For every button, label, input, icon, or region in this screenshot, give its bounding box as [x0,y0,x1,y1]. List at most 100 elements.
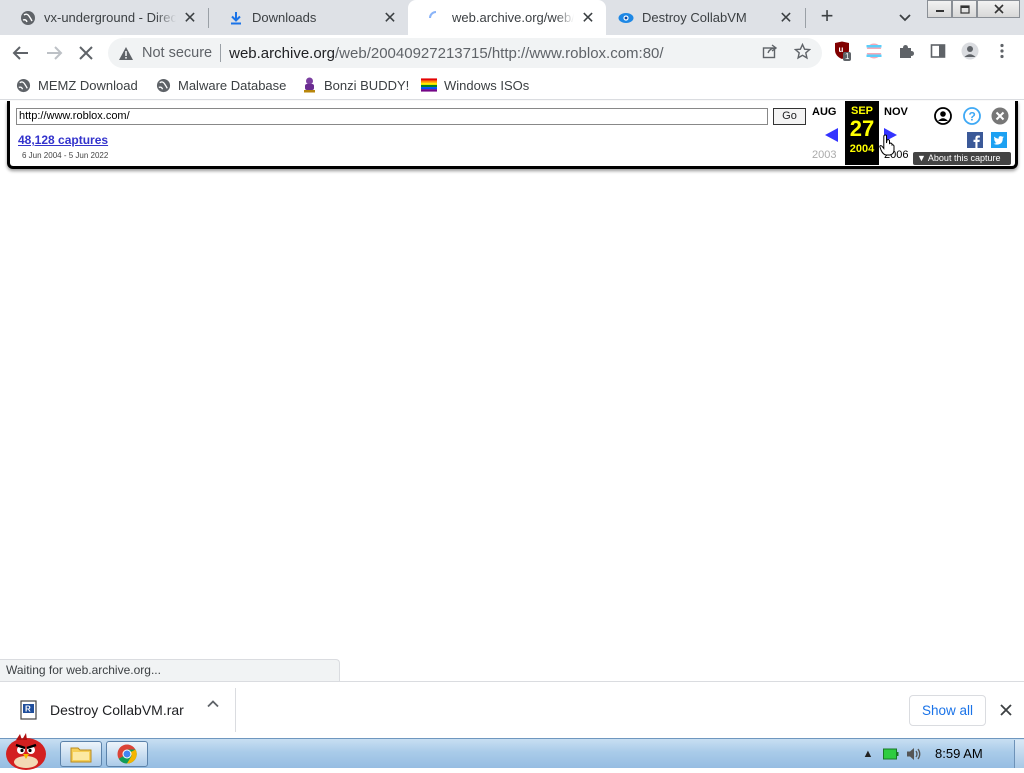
taskbar-chrome-button[interactable] [106,741,148,767]
wayback-next-month[interactable]: NOV [884,106,908,118]
globe-icon [15,77,31,93]
close-shelf-icon[interactable] [996,700,1016,720]
twitter-icon[interactable] [991,132,1007,148]
close-wayback-icon[interactable] [991,107,1009,125]
profile-avatar-icon[interactable] [961,42,979,60]
loading-spinner-icon [428,10,444,26]
bookmarks-bar: MEMZ Download Malware Database Bonzi BUD… [0,70,1024,100]
folder-icon [70,747,92,763]
svg-text:?: ? [969,110,976,124]
tab-title: Destroy CollabVM [642,10,747,25]
chevron-up-icon[interactable] [204,695,222,713]
url-host: web.archive.org [229,44,336,62]
bookmark-label: Malware Database [178,77,287,93]
back-button[interactable] [8,40,34,66]
extension-badge: 1 [843,52,852,61]
volume-speaker-icon[interactable] [906,746,922,762]
forward-button[interactable] [41,40,67,66]
bookmark-bonzi-buddy[interactable]: Bonzi BUDDY! [301,76,409,94]
close-tab-icon[interactable]: ✕ [382,10,398,27]
wayback-current-date: SEP 27 2004 [845,101,879,165]
caret-down-icon: ▼ [917,153,928,163]
wayback-captures-link[interactable]: 48,128 captures [18,133,108,147]
close-tab-icon[interactable]: ✕ [182,10,198,27]
warning-icon[interactable] [116,43,136,63]
tab-title: web.archive.org/web/2004 [452,10,574,25]
show-all-button[interactable]: Show all [909,695,986,726]
tab-vx-underground[interactable]: vx-underground - Directory ✕ [0,0,208,35]
bookmark-label: MEMZ Download [38,77,138,93]
extensions-puzzle-icon[interactable] [897,42,915,60]
share-icon[interactable] [761,42,779,60]
download-item[interactable]: R Destroy CollabVM.rar [0,688,236,732]
hand-cursor-icon [879,134,895,159]
new-tab-button[interactable]: + [815,5,839,29]
wayback-prev-year[interactable]: 2003 [812,149,836,161]
windows-taskbar: ▲ 8:59 AM [0,733,1024,770]
tab-title: vx-underground - Directory [44,10,176,25]
bookmark-label: Windows ISOs [444,77,530,93]
wayback-current-day: 27 [849,116,875,141]
wayback-prev-arrow-icon[interactable] [825,128,839,145]
maximize-button[interactable] [952,0,977,18]
close-window-button[interactable] [977,0,1020,18]
bookmark-memz-download[interactable]: MEMZ Download [15,76,138,94]
facebook-icon[interactable] [967,132,983,148]
close-tab-icon[interactable]: ✕ [580,10,596,27]
start-button-angry-bird-icon[interactable] [2,730,50,770]
window-controls [927,0,1020,18]
download-filename: Destroy CollabVM.rar [50,702,184,718]
download-icon [228,10,244,26]
browser-toolbar: Not secure web.archive.org/web/200409272… [0,35,1024,70]
tab-downloads[interactable]: Downloads ✕ [208,0,408,35]
wayback-go-button[interactable]: Go [773,108,806,125]
wayback-date-range: 6 Jun 2004 - 5 Jun 2022 [22,151,109,160]
chrome-icon [117,744,137,764]
address-bar[interactable]: Not secure web.archive.org/web/200409272… [108,38,822,68]
bookmark-malware-database[interactable]: Malware Database [155,76,286,94]
taskbar-clock[interactable]: 8:59 AM [935,746,983,761]
svg-text:R: R [25,705,31,714]
globe-icon [155,77,171,93]
close-tab-icon[interactable]: ✕ [778,10,794,27]
url-path: /web/20040927213715/http://www.roblox.co… [335,44,664,62]
url-text[interactable]: web.archive.org/web/20040927213715/http:… [229,45,663,62]
stop-icon [79,46,93,60]
help-icon[interactable]: ? [963,107,981,125]
tab-search-chevron-icon[interactable] [895,7,915,27]
tab-strip: vx-underground - Directory ✕ Downloads ✕… [0,0,1024,35]
back-arrow-icon [12,46,28,60]
about-capture-label: About this capture [927,153,1001,163]
bonzi-icon [301,77,317,93]
stop-loading-button[interactable] [73,40,99,66]
show-hidden-icons-arrow-icon[interactable]: ▲ [860,746,876,762]
account-icon[interactable] [934,107,952,125]
power-battery-icon[interactable] [883,746,899,762]
collabvm-icon [618,10,634,26]
omnibox-divider [220,44,222,62]
status-bubble: Waiting for web.archive.org... [0,659,340,681]
side-panel-icon[interactable] [929,42,947,60]
wayback-toolbar: http://www.roblox.com/ Go 48,128 capture… [7,101,1018,169]
minimize-button[interactable] [927,0,952,18]
chrome-menu-icon[interactable] [993,42,1011,60]
windows-flag-icon [421,77,437,93]
rar-file-icon: R [20,700,37,720]
bookmark-windows-isos[interactable]: Windows ISOs [421,76,529,94]
taskbar-explorer-button[interactable] [60,741,102,767]
tab-separator [805,8,806,28]
bookmark-label: Bonzi BUDDY! [324,77,410,93]
bookmark-star-icon[interactable] [793,42,811,60]
download-shelf: R Destroy CollabVM.rar Show all [0,681,1024,738]
forward-arrow-icon [47,46,63,60]
show-desktop-button[interactable] [1014,740,1024,768]
globe-icon [20,10,36,26]
tab-destroy-collabvm[interactable]: Destroy CollabVM ✕ [606,0,804,35]
tab-web-archive[interactable]: web.archive.org/web/2004 ✕ [408,0,606,35]
ublock-extension-icon[interactable]: u 1 [833,41,852,61]
wayback-prev-month[interactable]: AUG [812,106,836,118]
wayback-url-input[interactable]: http://www.roblox.com/ [16,108,768,125]
security-status[interactable]: Not secure [142,45,212,61]
about-capture-button[interactable]: ▼ About this capture [913,152,1011,165]
pride-extension-icon[interactable] [865,42,883,60]
